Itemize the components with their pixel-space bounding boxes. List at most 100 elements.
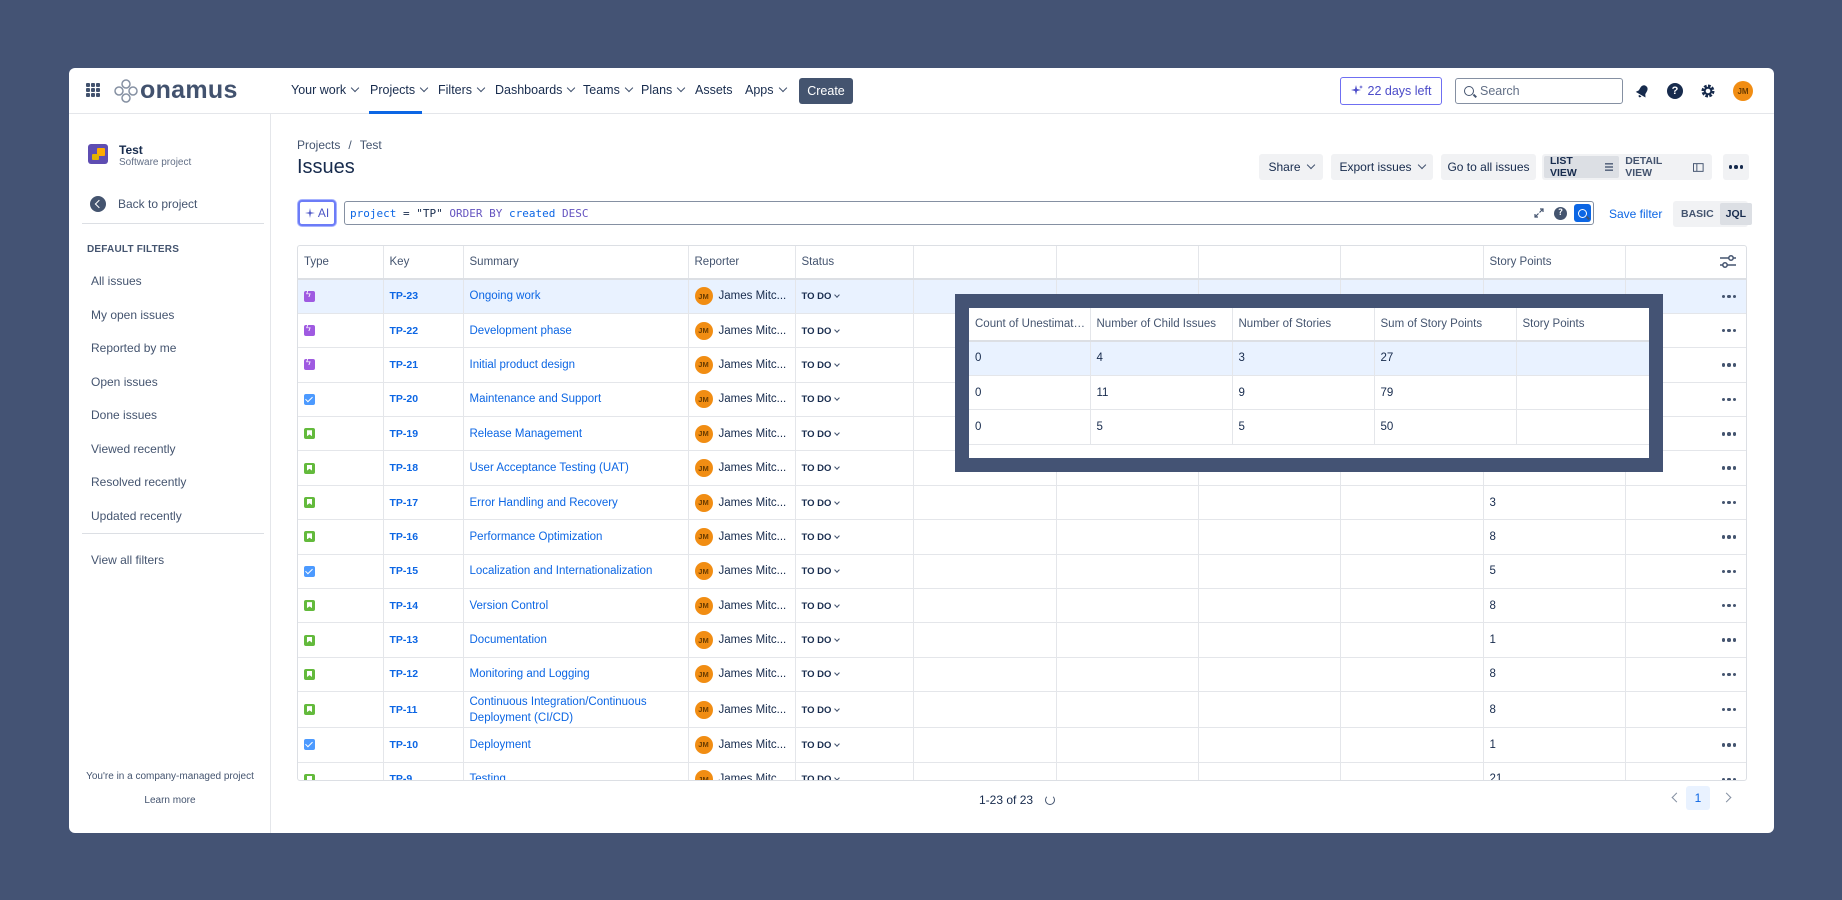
story-points-cell[interactable]: 1	[1483, 622, 1626, 658]
table-row[interactable]: TP-17 Error Handling and Recovery JM James …	[298, 485, 1747, 521]
go-to-all-issues-button[interactable]: Go to all issues	[1441, 154, 1536, 180]
issue-key-link[interactable]: TP-11	[390, 704, 418, 716]
status-dropdown[interactable]: TO DO	[802, 498, 841, 509]
trial-button[interactable]: 22 days left	[1340, 77, 1442, 105]
list-view-button[interactable]: LIST VIEW	[1544, 155, 1620, 179]
column-header-key[interactable]: Key	[383, 246, 464, 280]
summary-link[interactable]: User Acceptance Testing (UAT)	[470, 462, 629, 474]
settings-icon[interactable]	[1698, 81, 1718, 101]
status-dropdown[interactable]: TO DO	[802, 705, 841, 716]
table-row[interactable]: TP-10 Deployment JM James Mitc... TO DO 1	[298, 727, 1747, 763]
help-icon[interactable]: ?	[1665, 81, 1685, 101]
issue-key-link[interactable]: TP-15	[390, 565, 419, 577]
issue-key-link[interactable]: TP-21	[390, 359, 419, 371]
table-row[interactable]: TP-12 Monitoring and Logging JM James Mitc.…	[298, 657, 1747, 693]
story-points-cell[interactable]: 5	[1483, 554, 1626, 590]
column-header[interactable]	[1056, 246, 1199, 280]
column-header-unestimated-count[interactable]: Count of Unestimated...	[969, 308, 1091, 342]
learn-more-link[interactable]: Learn more	[69, 795, 271, 806]
table-row[interactable]: TP-16 Performance Optimization JM James Mit…	[298, 519, 1746, 555]
issue-key-link[interactable]: TP-23	[390, 290, 419, 302]
column-header[interactable]	[1340, 246, 1484, 280]
app-switcher-icon[interactable]	[86, 83, 100, 97]
table-row[interactable]: TP-14 Version Control JM James Mitc... TO DO…	[298, 588, 1746, 624]
summary-link[interactable]: Ongoing work	[470, 290, 541, 302]
summary-link[interactable]: Development phase	[470, 325, 572, 337]
column-header[interactable]	[913, 246, 1057, 280]
table-row[interactable]: TP-13 Documentation JM James Mitc... TO DO 1	[298, 622, 1747, 658]
project-name[interactable]: Test	[119, 143, 143, 157]
column-header[interactable]	[1198, 246, 1341, 280]
issue-key-link[interactable]: TP-18	[390, 462, 419, 474]
summary-link[interactable]: Error Handling and Recovery	[470, 497, 618, 509]
page-number-button[interactable]: 1	[1686, 786, 1710, 810]
refresh-icon[interactable]	[1045, 795, 1056, 805]
story-points-cell[interactable]: 8	[1483, 691, 1626, 729]
row-more-button[interactable]	[1632, 638, 1747, 642]
summary-link[interactable]: Continuous Integration/Continuous Deploy…	[470, 694, 688, 726]
row-more-button[interactable]	[1632, 777, 1747, 780]
previous-page-icon[interactable]	[1671, 792, 1682, 803]
issue-key-link[interactable]: TP-13	[390, 634, 419, 646]
back-to-project-link[interactable]: Back to project	[90, 196, 197, 212]
save-filter-link[interactable]: Save filter	[1609, 207, 1662, 221]
row-more-button[interactable]	[1632, 672, 1747, 677]
row-more-button[interactable]	[1632, 500, 1747, 505]
basic-button[interactable]: BASIC	[1675, 203, 1720, 225]
row-more-button[interactable]	[1632, 707, 1747, 712]
status-dropdown[interactable]: TO DO	[802, 360, 841, 371]
status-dropdown[interactable]: TO DO	[802, 601, 841, 612]
column-header-sum-story-points[interactable]: Sum of Story Points	[1374, 308, 1517, 342]
nav-projects[interactable]: Projects	[370, 83, 429, 97]
issue-key-link[interactable]: TP-16	[390, 531, 419, 543]
row-more-button[interactable]	[1632, 743, 1747, 747]
summary-link[interactable]: Documentation	[470, 634, 547, 646]
column-header-summary[interactable]: Summary	[463, 246, 689, 280]
nav-assets[interactable]: Assets	[695, 83, 733, 97]
column-header-number-of-stories[interactable]: Number of Stories	[1232, 308, 1375, 342]
issue-key-link[interactable]: TP-19	[390, 428, 419, 440]
issue-key-link[interactable]: TP-14	[390, 600, 419, 612]
column-settings[interactable]	[1625, 246, 1746, 280]
column-header-type[interactable]: Type	[298, 246, 384, 280]
column-header-child-issues[interactable]: Number of Child Issues	[1090, 308, 1233, 342]
nav-filters[interactable]: Filters	[438, 83, 486, 97]
status-dropdown[interactable]: TO DO	[802, 532, 841, 543]
issue-key-link[interactable]: TP-20	[390, 393, 419, 405]
status-dropdown[interactable]: TO DO	[802, 566, 841, 577]
syntax-help-icon[interactable]: ?	[1552, 204, 1569, 222]
summary-link[interactable]: Deployment	[470, 739, 531, 751]
summary-link[interactable]: Localization and Internationalization	[470, 565, 653, 577]
sidebar-item-reported-by-me[interactable]: Reported by me	[91, 341, 176, 355]
sidebar-item-my-open-issues[interactable]: My open issues	[91, 308, 174, 322]
ai-button[interactable]: AI	[298, 200, 336, 226]
story-points-cell[interactable]: 8	[1483, 588, 1626, 624]
callout-row[interactable]: 0 4 3 27	[969, 341, 1649, 376]
summary-link[interactable]: Version Control	[470, 600, 549, 612]
status-dropdown[interactable]: TO DO	[802, 635, 841, 646]
column-header-reporter[interactable]: Reporter	[688, 246, 796, 280]
run-search-button[interactable]	[1574, 204, 1591, 222]
logo[interactable]: onamus	[113, 76, 238, 105]
status-dropdown[interactable]: TO DO	[802, 394, 841, 405]
summary-link[interactable]: Initial product design	[470, 359, 575, 371]
callout-row[interactable]: 0 11 9 79	[969, 375, 1649, 411]
column-header-status[interactable]: Status	[795, 246, 914, 280]
status-dropdown[interactable]: TO DO	[802, 463, 841, 474]
more-actions-button[interactable]	[1723, 154, 1749, 180]
story-points-cell[interactable]: 1	[1483, 727, 1626, 763]
status-dropdown[interactable]: TO DO	[802, 740, 841, 751]
search-input[interactable]: Search	[1455, 78, 1623, 104]
sidebar-item-all-issues[interactable]: All issues	[91, 274, 142, 288]
story-points-cell[interactable]: 8	[1483, 657, 1626, 693]
nav-teams[interactable]: Teams	[583, 83, 634, 97]
nav-your-work[interactable]: Your work	[291, 83, 360, 97]
issue-key-link[interactable]: TP-12	[390, 668, 419, 680]
issue-key-link[interactable]: TP-22	[390, 325, 419, 337]
status-dropdown[interactable]: TO DO	[802, 291, 841, 302]
notifications-icon[interactable]	[1632, 81, 1652, 101]
nav-apps[interactable]: Apps	[745, 83, 787, 97]
story-points-cell[interactable]: 8	[1483, 519, 1626, 555]
export-issues-button[interactable]: Export issues	[1331, 154, 1433, 180]
detail-view-button[interactable]: DETAIL VIEW	[1619, 155, 1710, 179]
